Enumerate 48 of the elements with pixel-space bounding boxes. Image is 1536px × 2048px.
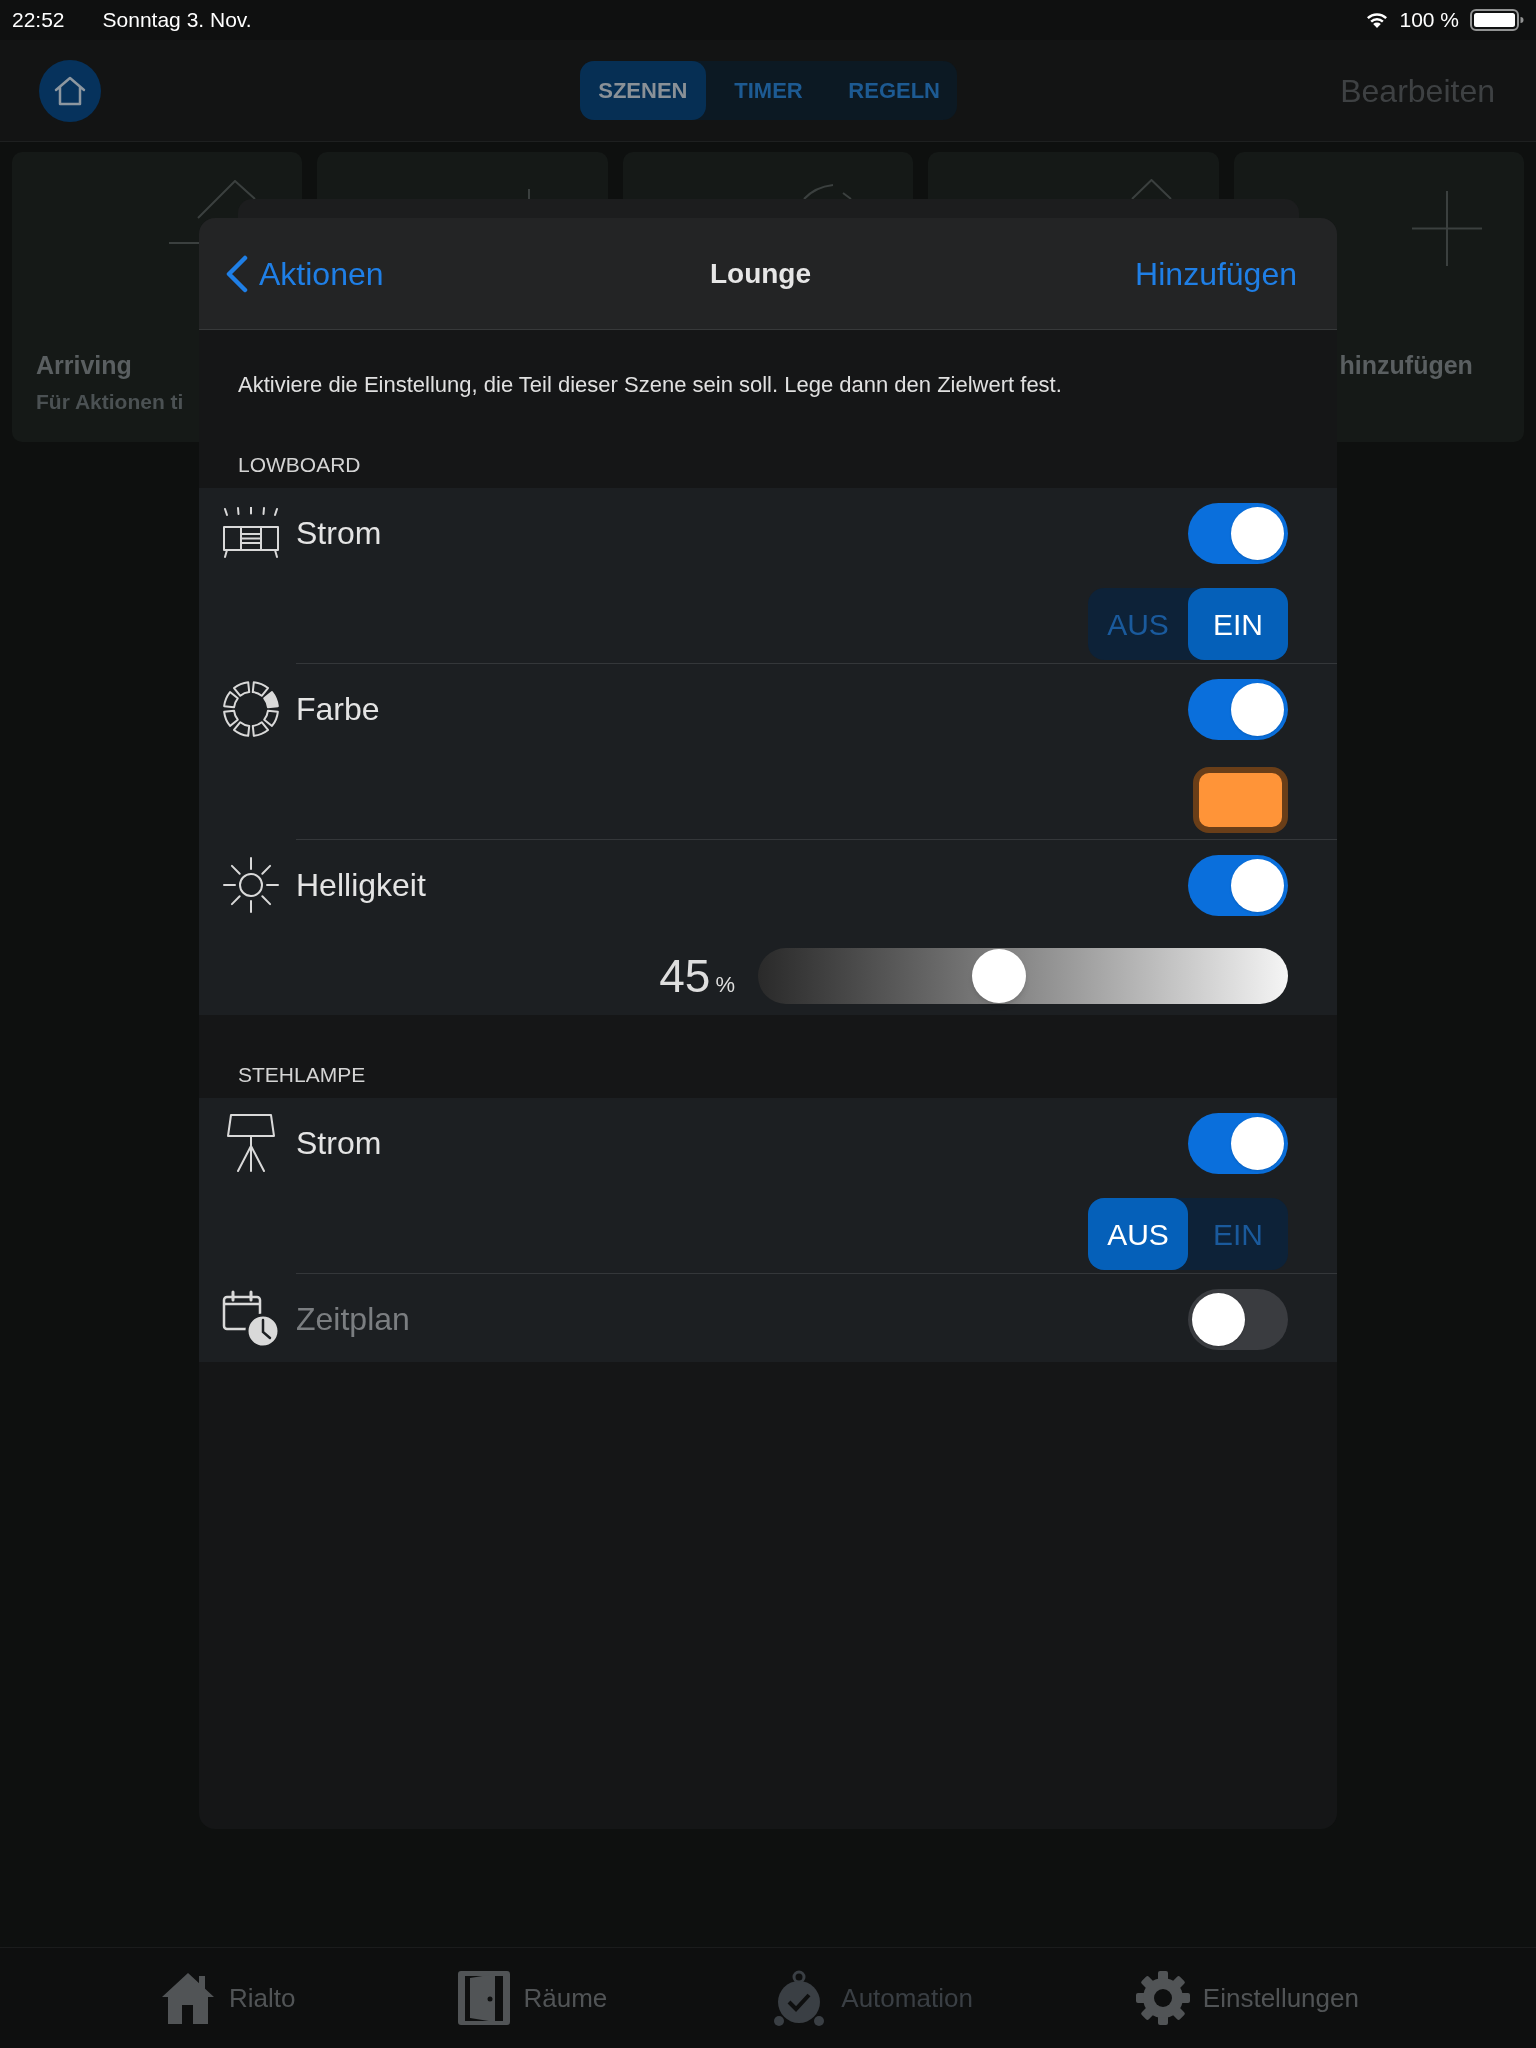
setting-label: Farbe xyxy=(296,690,380,729)
roof-icon xyxy=(1131,179,1173,199)
setting-label: Helligkeit xyxy=(296,866,426,905)
line-icon xyxy=(527,189,532,199)
slider-thumb[interactable] xyxy=(972,949,1027,1003)
scene-subtitle: Für Aktionen ti xyxy=(36,390,184,414)
option-button[interactable]: AUS xyxy=(1088,588,1188,660)
brightness-value: 45 xyxy=(659,953,711,999)
tab-bar-item[interactable]: Einstellungen xyxy=(1134,1970,1359,2026)
percent-unit: % xyxy=(715,974,735,996)
view-tab[interactable]: TIMER xyxy=(705,61,832,120)
section-header: LOWBOARD xyxy=(238,453,361,477)
option-button[interactable]: EIN xyxy=(1188,1198,1288,1270)
toggle-switch[interactable] xyxy=(1188,678,1288,740)
view-tab[interactable]: SZENEN xyxy=(580,61,706,120)
scene-title: Arriving xyxy=(36,350,132,380)
chevron-left-icon xyxy=(224,254,248,293)
tab-bar-item[interactable]: Räume xyxy=(457,1970,608,2026)
battery-icon xyxy=(1470,9,1524,31)
settings-icon xyxy=(1134,1970,1191,2026)
floor-lamp-icon xyxy=(226,1113,276,1173)
toggle-switch[interactable] xyxy=(1188,502,1288,564)
home-icon xyxy=(53,74,87,107)
battery-percent: 100 % xyxy=(1399,7,1459,34)
toggle-switch[interactable] xyxy=(1188,854,1288,916)
dialog-title: Lounge xyxy=(709,256,812,291)
status-date: Sonntag 3. Nov. xyxy=(102,7,252,34)
brightness-slider[interactable] xyxy=(758,948,1288,1004)
status-time: 22:52 xyxy=(12,7,65,34)
sideboard-icon xyxy=(222,507,280,559)
setting-label: Strom xyxy=(296,514,382,553)
setting-label: Strom xyxy=(296,1124,382,1163)
toggle-switch[interactable] xyxy=(1188,1112,1288,1174)
tab-bar-item[interactable]: Rialto xyxy=(159,1970,296,2026)
option-button[interactable]: AUS xyxy=(1088,1198,1188,1270)
color-swatch[interactable] xyxy=(1193,767,1288,833)
arc-icon xyxy=(802,184,853,200)
calendar-clock-icon xyxy=(222,1290,280,1348)
section-header: STEHLAMPE xyxy=(238,1063,366,1087)
door-icon xyxy=(457,1970,512,2026)
scene-title: hinzufügen xyxy=(1339,350,1473,380)
setting-label: Zeitplan xyxy=(296,1300,410,1339)
sun-icon xyxy=(222,856,280,914)
color-wheel-icon xyxy=(222,680,280,738)
wifi-icon xyxy=(1366,12,1389,28)
view-tab[interactable]: REGELN xyxy=(831,61,957,120)
plus-icon xyxy=(1411,191,1482,266)
option-button[interactable]: EIN xyxy=(1188,588,1288,660)
